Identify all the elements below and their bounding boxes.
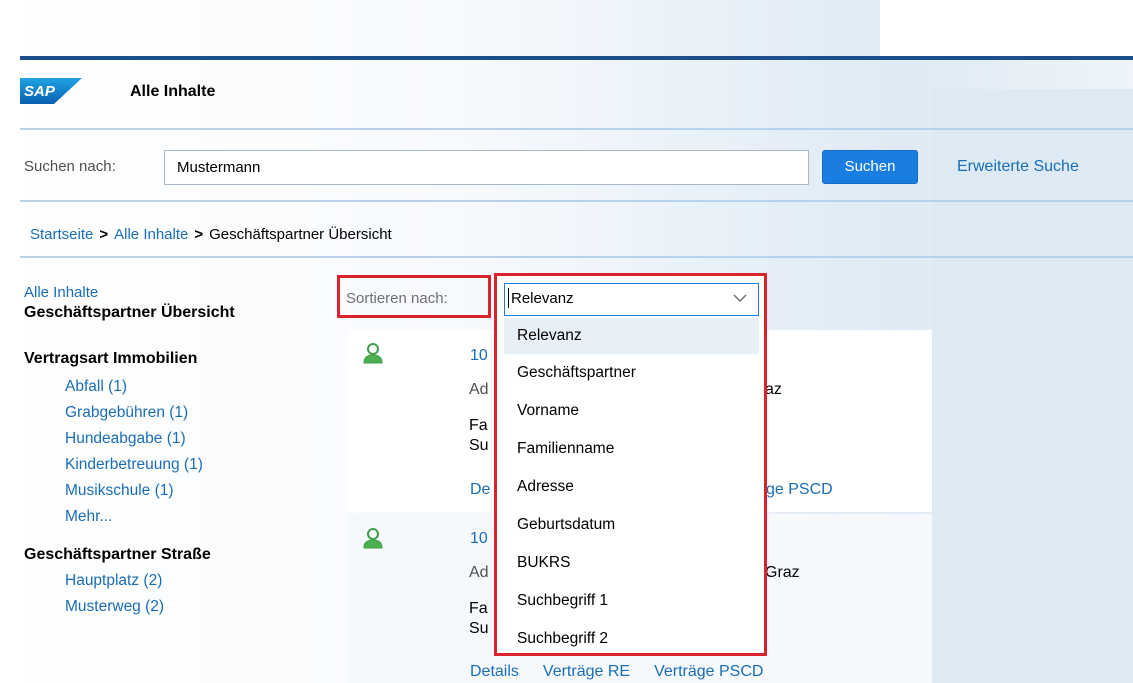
result-contracts-pscd-link[interactable]: Verträge PSCD xyxy=(654,663,763,681)
separator-3 xyxy=(20,256,1133,258)
sort-option[interactable]: Relevanz xyxy=(504,318,759,354)
top-right-blank xyxy=(880,0,1133,58)
sort-option[interactable]: Geburtsdatum xyxy=(504,506,759,544)
result-address-value: Graz xyxy=(765,564,800,581)
top-border-bar xyxy=(20,56,1133,60)
breadcrumb-all-content[interactable]: Alle Inhalte xyxy=(114,226,188,243)
person-icon xyxy=(363,528,383,549)
sort-option[interactable]: Vorname xyxy=(504,392,759,430)
breadcrumb-separator: > xyxy=(99,226,109,243)
svg-text:SAP: SAP xyxy=(24,83,56,100)
facet-item[interactable]: Musterweg (2) xyxy=(65,598,324,624)
sidebar-current: Geschäftspartner Übersicht xyxy=(24,304,235,321)
result-id-link[interactable]: 10 xyxy=(470,530,488,548)
sort-option[interactable]: Suchbegriff 2 xyxy=(504,620,759,658)
search-input[interactable] xyxy=(164,150,809,185)
result-address-label: Ad xyxy=(469,381,489,398)
advanced-search-link[interactable]: Erweiterte Suche xyxy=(957,158,1079,176)
facet-group-title: Geschäftspartner Straße xyxy=(24,546,211,563)
facet-item[interactable]: Musikschule (1) xyxy=(65,482,324,508)
search-button[interactable]: Suchen xyxy=(822,150,918,184)
separator-2 xyxy=(20,200,1133,202)
result-details-link[interactable]: Details xyxy=(470,663,519,681)
breadcrumb-current: Geschäftspartner Übersicht xyxy=(209,226,392,243)
result-contracts-re-link[interactable]: Verträge RE xyxy=(543,663,630,681)
sap-logo: SAP xyxy=(20,76,82,106)
sort-option[interactable]: Adresse xyxy=(504,468,759,506)
facet-item[interactable]: Grabgebühren (1) xyxy=(65,404,324,430)
facet-item[interactable]: Hundeabgabe (1) xyxy=(65,430,324,456)
chevron-down-icon[interactable] xyxy=(730,288,750,308)
breadcrumb-home[interactable]: Startseite xyxy=(30,226,93,243)
result-address-label: Ad xyxy=(469,564,489,581)
sort-option[interactable]: Familienname xyxy=(504,430,759,468)
sort-option[interactable]: Geschäftspartner xyxy=(504,354,759,392)
result-id-link[interactable]: 10 xyxy=(470,347,488,365)
facet-more-link[interactable]: Mehr... xyxy=(65,508,324,546)
sort-select-value: Relevanz xyxy=(511,290,574,307)
text-caret xyxy=(508,288,509,308)
breadcrumb-separator: > xyxy=(194,226,204,243)
right-panel-background xyxy=(932,89,1133,683)
sort-options-list: Relevanz Geschäftspartner Vorname Famili… xyxy=(504,318,759,658)
result-line: Su xyxy=(469,437,489,454)
breadcrumb: Startseite > Alle Inhalte > Geschäftspar… xyxy=(30,226,392,243)
search-label: Suchen nach: xyxy=(24,158,116,175)
page-title: Alle Inhalte xyxy=(130,83,216,100)
result-line: Su xyxy=(469,620,489,637)
result-details-link[interactable]: De xyxy=(470,481,490,499)
facet-item[interactable]: Kinderbetreuung (1) xyxy=(65,456,324,482)
person-icon xyxy=(363,343,383,364)
facet-sidebar: Alle Inhalte Geschäftspartner Übersicht … xyxy=(24,284,324,624)
sort-label: Sortieren nach: xyxy=(346,290,448,307)
facet-item[interactable]: Abfall (1) xyxy=(65,378,324,404)
result-line: Fa xyxy=(469,417,488,434)
sort-option[interactable]: Suchbegriff 1 xyxy=(504,582,759,620)
sidebar-all-content-link[interactable]: Alle Inhalte xyxy=(24,284,324,304)
facet-item[interactable]: Hauptplatz (2) xyxy=(65,572,324,598)
facet-group-title: Vertragsart Immobilien xyxy=(24,350,198,367)
result-address-value: az xyxy=(765,381,782,398)
sort-option[interactable]: BUKRS xyxy=(504,544,759,582)
result-line: Fa xyxy=(469,600,488,617)
separator-1 xyxy=(20,128,1133,130)
result-actions: Details Verträge RE Verträge PSCD xyxy=(470,663,763,681)
result-pscd-link[interactable]: ge PSCD xyxy=(766,481,833,499)
